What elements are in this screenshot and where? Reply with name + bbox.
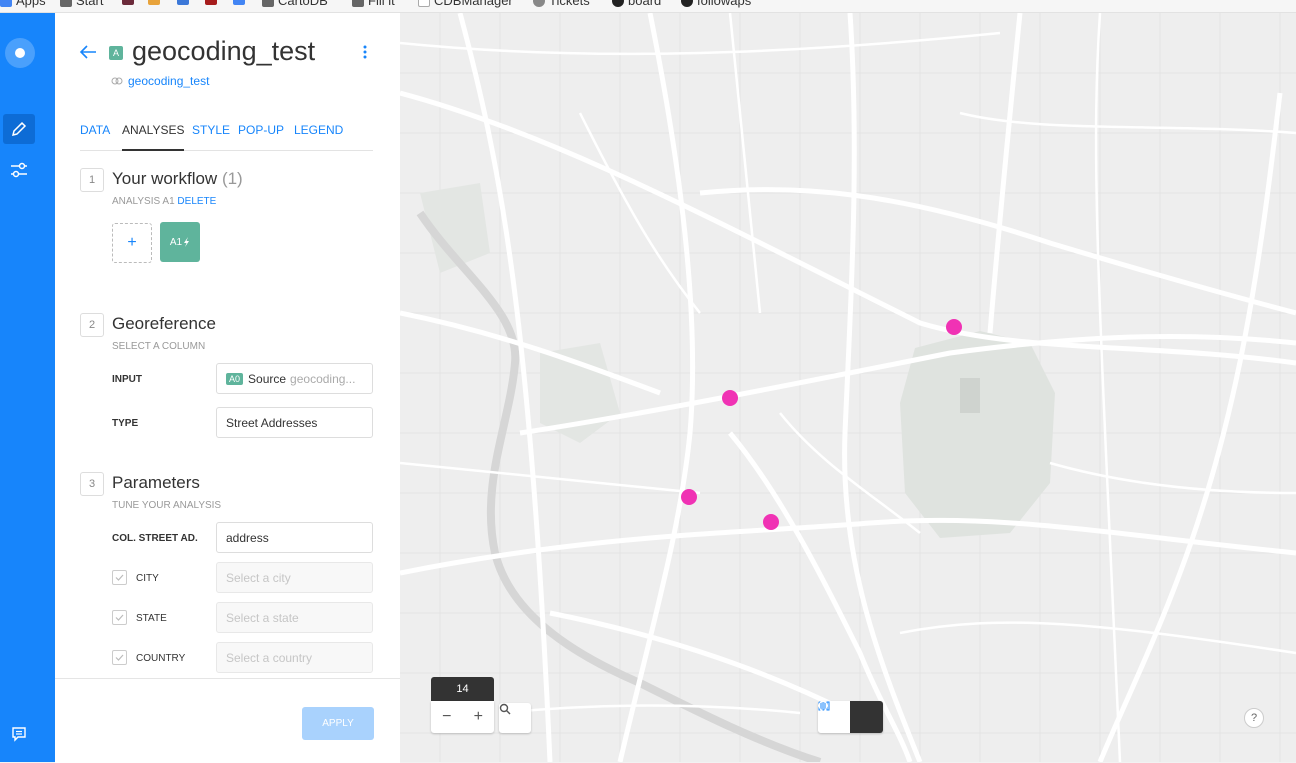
delete-analysis-link[interactable]: DELETE (177, 196, 216, 207)
tab-data[interactable]: DATA (80, 123, 110, 149)
type-label: TYPE (112, 418, 139, 429)
layer-title[interactable]: geocoding_test (132, 36, 315, 67)
apps-icon (0, 0, 12, 7)
bookmark-favicon-3[interactable] (177, 0, 189, 5)
step-number-1: 1 (80, 168, 104, 192)
check-icon (115, 614, 124, 621)
analysis-panel: A geocoding_test geocoding_test DATA ANA… (55, 13, 401, 763)
step-number-2: 2 (80, 313, 104, 337)
bookmark-tickets[interactable]: Tickets (533, 0, 590, 8)
state-checkbox[interactable] (112, 610, 127, 625)
github-icon (681, 0, 693, 7)
lightning-icon (184, 237, 190, 247)
tab-legend[interactable]: LEGEND (294, 123, 343, 149)
bookmark-fill-it[interactable]: Fill it (352, 0, 395, 8)
workflow-subtitle: ANALYSIS A1 DELETE (112, 196, 217, 207)
bookmarks-bar: Apps Start CartoDB Fill it CDBManager Ti… (0, 0, 1296, 13)
source-dataset-link[interactable]: geocoding_test (111, 74, 209, 88)
view-toggle (818, 701, 883, 733)
parameters-subtitle: TUNE YOUR ANALYSIS (112, 500, 222, 511)
folder-icon (262, 0, 274, 7)
city-select[interactable]: Select a city (216, 562, 373, 593)
help-button[interactable]: ? (1244, 708, 1264, 728)
bookmark-start[interactable]: Start (60, 0, 103, 8)
sliders-icon (11, 162, 27, 178)
link-icon (111, 77, 123, 85)
bookmark-cdbmanager[interactable]: CDBManager (418, 0, 513, 8)
check-icon (115, 654, 124, 661)
city-checkbox[interactable] (112, 570, 127, 585)
zoom-out-button[interactable]: − (431, 701, 463, 733)
analysis-node-a1[interactable]: A1 (160, 222, 200, 262)
tab-analyses[interactable]: ANALYSES (122, 123, 185, 151)
back-arrow-icon[interactable] (78, 44, 98, 60)
state-label: STATE (136, 613, 167, 624)
georeference-subtitle: SELECT A COLUMN (112, 341, 206, 352)
page-icon (418, 0, 430, 7)
zoom-controls: − + (431, 701, 494, 733)
apply-button[interactable]: APPLY (302, 707, 374, 740)
search-icon (499, 703, 511, 715)
input-source-select[interactable]: A0 Source geocoding... (216, 363, 373, 394)
folder-icon (60, 0, 72, 7)
bookmark-favicon-5[interactable] (233, 0, 245, 5)
rail-settings-button[interactable] (3, 155, 35, 185)
leaf-icon (533, 0, 545, 7)
basemap (400, 13, 1296, 762)
input-label: INPUT (112, 374, 142, 385)
panel-tabs: DATA ANALYSES STYLE POP-UP LEGEND (80, 123, 373, 151)
bookmark-board[interactable]: board (612, 0, 661, 8)
type-select[interactable]: Street Addresses (216, 407, 373, 438)
zoom-in-button[interactable]: + (463, 701, 495, 733)
left-rail (0, 13, 55, 762)
map-pin-icon (818, 701, 828, 714)
carto-logo-icon[interactable] (5, 38, 35, 68)
country-label: COUNTRY (136, 653, 186, 664)
country-select[interactable]: Select a country (216, 642, 373, 673)
bookmark-favicon-1[interactable] (122, 0, 134, 5)
zoom-level-indicator: 14 (431, 677, 494, 701)
map-view[interactable]: 14 − + ? (400, 13, 1296, 762)
site-icon (148, 0, 160, 5)
workflow-title: Your workflow (1) (112, 169, 243, 188)
more-options-icon[interactable] (360, 43, 370, 61)
step-number-3: 3 (80, 472, 104, 496)
panel-footer: APPLY (55, 678, 400, 763)
street-address-label: COL. STREET AD. (112, 533, 198, 544)
country-checkbox[interactable] (112, 650, 127, 665)
site-icon (233, 0, 245, 5)
state-select[interactable]: Select a state (216, 602, 373, 633)
feedback-button[interactable] (3, 719, 35, 749)
street-address-select[interactable]: address (216, 522, 373, 553)
map-search-button[interactable] (499, 703, 531, 733)
bookmark-followaps[interactable]: followaps (681, 0, 751, 8)
add-analysis-button[interactable]: + (112, 223, 152, 263)
rail-edit-button[interactable] (3, 114, 35, 144)
site-icon (122, 0, 134, 5)
parameters-title: Parameters (112, 473, 200, 492)
pencil-icon (11, 121, 27, 137)
city-label: CITY (136, 573, 159, 584)
bookmark-apps[interactable]: Apps (0, 0, 46, 8)
chat-icon (12, 727, 26, 742)
bookmark-favicon-2[interactable] (148, 0, 160, 5)
bookmark-favicon-4[interactable] (205, 0, 217, 5)
map-view-button[interactable] (818, 701, 883, 733)
site-icon (205, 0, 217, 5)
calendar-icon (177, 0, 189, 5)
layer-letter-badge: A (109, 46, 123, 60)
georeference-title: Georeference (112, 314, 216, 333)
tab-style[interactable]: STYLE (192, 123, 230, 149)
tab-popup[interactable]: POP-UP (238, 123, 284, 149)
github-icon (612, 0, 624, 7)
bookmark-cartodb[interactable]: CartoDB (262, 0, 328, 8)
check-icon (115, 574, 124, 581)
folder-icon (352, 0, 364, 7)
